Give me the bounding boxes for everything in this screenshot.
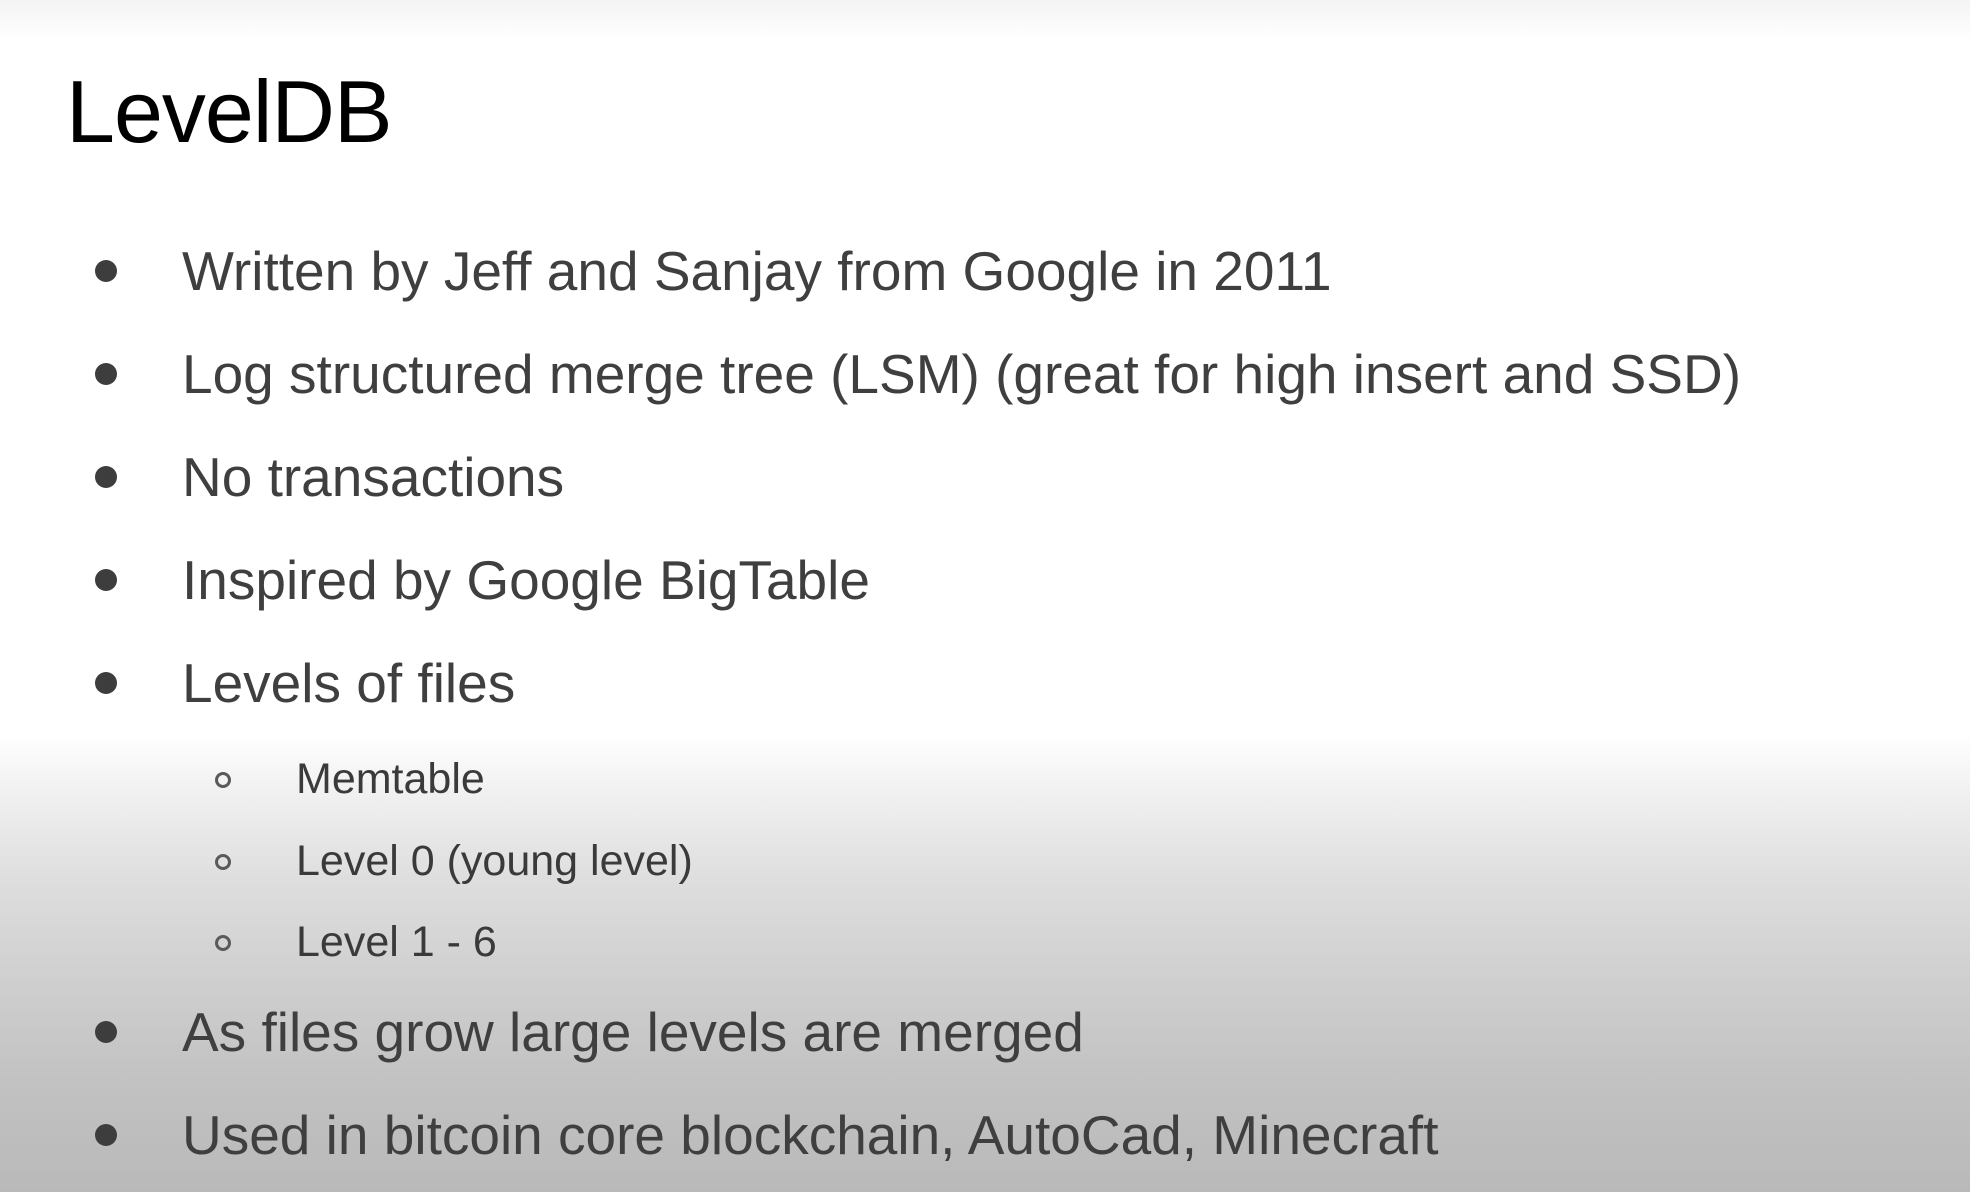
bullet-dot-icon [95, 1124, 117, 1146]
bullet-text: As files grow large levels are merged [182, 1001, 1084, 1063]
bullet-item: Log structured merge tree (LSM) (great f… [0, 339, 1970, 405]
bullet-item: Inspired by Google BigTable [0, 545, 1970, 611]
bullet-text: Used in bitcoin core blockchain, AutoCad… [182, 1104, 1439, 1166]
sub-bullet-text: Memtable [296, 755, 485, 803]
slide-title: LevelDB [66, 62, 393, 161]
bullet-item: Used in bitcoin core blockchain, AutoCad… [0, 1100, 1970, 1166]
bullet-text: Levels of files [182, 652, 516, 714]
bullet-text: Log structured merge tree (LSM) (great f… [182, 343, 1742, 405]
bullet-dot-icon [95, 466, 117, 488]
sub-bullet-text: Level 1 - 6 [296, 918, 497, 966]
bullet-item: As files grow large levels are merged [0, 997, 1970, 1063]
hollow-circle-bullet-icon [215, 772, 231, 788]
bullet-dot-icon [95, 363, 117, 385]
bullet-dot-icon [95, 1021, 117, 1043]
bullet-dot-icon [95, 672, 117, 694]
bullet-item: Levels of files [0, 648, 1970, 714]
sub-bullet-item: Level 1 - 6 [0, 909, 1970, 969]
bullet-item: Written by Jeff and Sanjay from Google i… [0, 236, 1970, 302]
bullet-text: Written by Jeff and Sanjay from Google i… [182, 240, 1332, 302]
sub-bullet-item: Level 0 (young level) [0, 828, 1970, 888]
bullet-item: No transactions [0, 442, 1970, 508]
hollow-circle-bullet-icon [215, 854, 231, 870]
sub-bullet-text: Level 0 (young level) [296, 837, 693, 885]
hollow-circle-bullet-icon [215, 935, 231, 951]
bullet-text: No transactions [182, 446, 565, 508]
slide: LevelDB Written by Jeff and Sanjay from … [0, 0, 1970, 1192]
bullet-text: Inspired by Google BigTable [182, 549, 870, 611]
sub-bullet-item: Memtable [0, 746, 1970, 806]
bullet-dot-icon [95, 260, 117, 282]
bullet-dot-icon [95, 569, 117, 591]
